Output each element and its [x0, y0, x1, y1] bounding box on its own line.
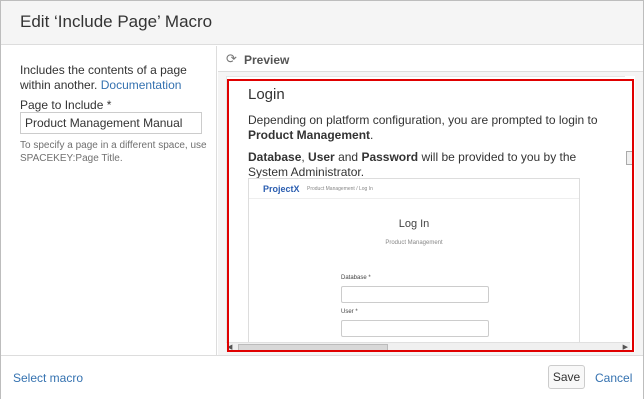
field-help-text: To specify a page in a different space, …: [20, 140, 207, 164]
horizontal-scroll-thumb[interactable]: [238, 344, 388, 351]
para2-user: User: [308, 150, 335, 164]
preview-paragraph-2: Database, User and Password will be prov…: [248, 150, 598, 180]
preview-panel: ⟳ Preview Login Depending on platform co…: [218, 46, 643, 355]
dialog-title: Edit ‘Include Page’ Macro: [20, 12, 213, 31]
vertical-scroll-thumb[interactable]: [626, 151, 633, 165]
preview-header: ⟳ Preview: [218, 46, 643, 72]
para1-text: Depending on platform configuration, you…: [248, 113, 598, 127]
screenshot-logo: ProjectX: [263, 184, 300, 194]
screenshot-title: Log In: [398, 218, 430, 230]
documentation-link[interactable]: Documentation: [101, 78, 182, 92]
preview-heading: Login: [248, 86, 285, 103]
screenshot-breadcrumb: Product Management / Log In: [307, 186, 373, 192]
preview-label: Preview: [244, 53, 290, 67]
screenshot-database-label: Database *: [341, 275, 371, 281]
login-screenshot-image: ProjectX Product Management / Log In Log…: [248, 178, 580, 348]
para1-end: .: [370, 128, 374, 142]
preview-vertical-scrollbar[interactable]: [625, 76, 635, 352]
refresh-icon[interactable]: ⟳: [226, 51, 237, 67]
dialog-footer: Select macro Save Cancel: [1, 355, 643, 399]
page-to-include-label: Page to Include *: [20, 98, 112, 112]
macro-parameters-panel: Includes the contents of a page within a…: [1, 46, 217, 355]
macro-dialog: Edit ‘Include Page’ Macro Includes the c…: [0, 0, 644, 399]
dialog-header: Edit ‘Include Page’ Macro: [1, 1, 643, 45]
select-macro-link[interactable]: Select macro: [13, 371, 83, 385]
screenshot-navbar: ProjectX Product Management / Log In: [249, 179, 579, 199]
para2-database: Database: [248, 150, 302, 164]
macro-description: Includes the contents of a page within a…: [20, 63, 215, 93]
para1-bold: Product Management: [248, 128, 371, 142]
preview-horizontal-scrollbar[interactable]: ◀ ▶: [226, 342, 630, 352]
preview-paragraph-1: Depending on platform configuration, you…: [248, 113, 598, 143]
page-to-include-input[interactable]: [20, 112, 202, 134]
preview-frame: Login Depending on platform configuratio…: [226, 76, 630, 352]
save-button[interactable]: Save: [548, 365, 585, 389]
screenshot-user-label: User *: [341, 309, 358, 315]
scroll-left-arrow-icon[interactable]: ◀: [227, 343, 232, 351]
screenshot-user-field: [341, 320, 489, 337]
screenshot-database-field: [341, 286, 489, 303]
screenshot-subtitle: Product Management: [385, 240, 443, 246]
para2-password: Password: [361, 150, 419, 164]
cancel-link[interactable]: Cancel: [595, 371, 632, 385]
scroll-right-arrow-icon[interactable]: ▶: [623, 343, 628, 351]
para2-sep2: and: [334, 150, 362, 164]
